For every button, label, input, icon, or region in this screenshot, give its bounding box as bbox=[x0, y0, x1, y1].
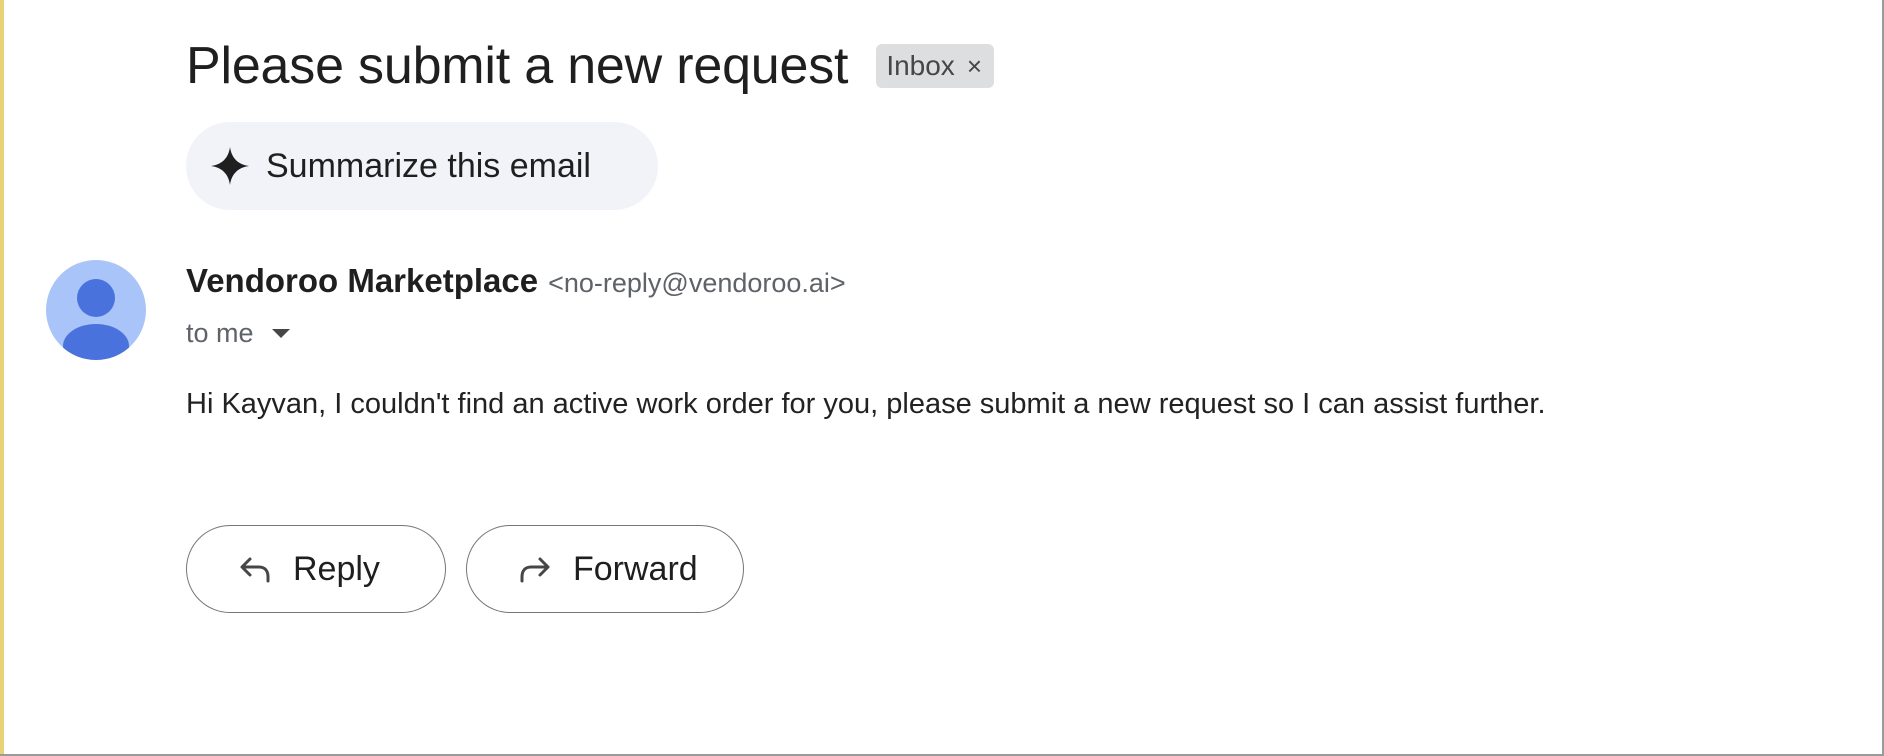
forward-label: Forward bbox=[573, 549, 698, 588]
sender-avatar[interactable] bbox=[46, 260, 146, 360]
summarize-email-button[interactable]: Summarize this email bbox=[186, 122, 658, 210]
sender-row: Vendoroo Marketplace <no-reply@vendoroo.… bbox=[186, 262, 846, 300]
remove-label-icon[interactable]: × bbox=[967, 51, 982, 82]
recipient-details-toggle[interactable]: to me bbox=[186, 318, 290, 349]
subject-row: Please submit a new request Inbox × bbox=[186, 36, 994, 96]
sender-name[interactable]: Vendoroo Marketplace bbox=[186, 262, 538, 300]
label-chip-text: Inbox bbox=[886, 50, 955, 81]
person-icon bbox=[46, 260, 146, 360]
recipient-text: to me bbox=[186, 318, 254, 348]
summarize-label: Summarize this email bbox=[266, 146, 591, 185]
reply-button[interactable]: Reply bbox=[186, 525, 446, 613]
caret-down-icon[interactable] bbox=[271, 329, 290, 338]
label-chip-inbox[interactable]: Inbox × bbox=[876, 44, 994, 88]
sparkle-icon bbox=[208, 144, 252, 188]
window-left-border bbox=[0, 0, 4, 756]
email-body: Hi Kayvan, I couldn't find an active wor… bbox=[186, 388, 1546, 420]
forward-button[interactable]: Forward bbox=[466, 525, 744, 613]
reply-label: Reply bbox=[293, 549, 380, 588]
reply-icon bbox=[235, 549, 275, 589]
sender-email: <no-reply@vendoroo.ai> bbox=[548, 268, 846, 298]
email-subject: Please submit a new request bbox=[186, 37, 849, 95]
forward-icon bbox=[515, 549, 555, 589]
